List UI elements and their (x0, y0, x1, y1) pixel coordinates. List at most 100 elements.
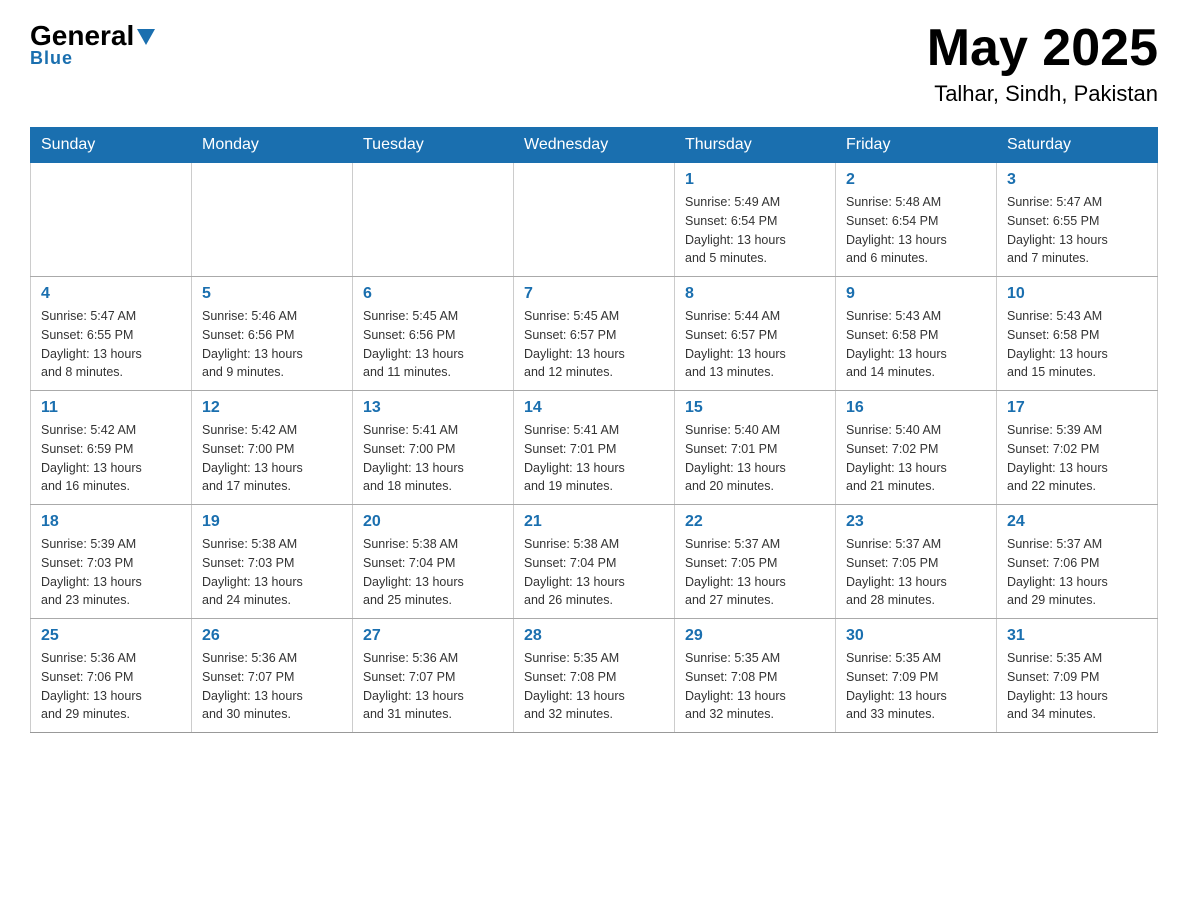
page-header: General Blue May 2025 Talhar, Sindh, Pak… (30, 20, 1158, 107)
calendar-cell-w4-d1: 18 Sunrise: 5:39 AMSunset: 7:03 PMDayligh… (31, 505, 192, 619)
calendar-cell-w1-d4 (514, 163, 675, 277)
day-number: 2 (846, 171, 986, 189)
col-friday: Friday (836, 128, 997, 163)
calendar-week-4: 18 Sunrise: 5:39 AMSunset: 7:03 PMDayligh… (31, 505, 1158, 619)
day-info: Sunrise: 5:40 AMSunset: 7:01 PMDaylight:… (685, 421, 825, 496)
day-number: 24 (1007, 513, 1147, 531)
col-thursday: Thursday (675, 128, 836, 163)
calendar-cell-w5-d4: 28 Sunrise: 5:35 AMSunset: 7:08 PMDayligh… (514, 619, 675, 733)
calendar-cell-w2-d5: 8 Sunrise: 5:44 AMSunset: 6:57 PMDaylight… (675, 277, 836, 391)
day-info: Sunrise: 5:46 AMSunset: 6:56 PMDaylight:… (202, 307, 342, 382)
day-info: Sunrise: 5:36 AMSunset: 7:06 PMDaylight:… (41, 649, 181, 724)
calendar-header-row: Sunday Monday Tuesday Wednesday Thursday… (31, 128, 1158, 163)
day-number: 15 (685, 399, 825, 417)
day-number: 10 (1007, 285, 1147, 303)
day-number: 6 (363, 285, 503, 303)
calendar-cell-w2-d6: 9 Sunrise: 5:43 AMSunset: 6:58 PMDaylight… (836, 277, 997, 391)
day-info: Sunrise: 5:35 AMSunset: 7:08 PMDaylight:… (685, 649, 825, 724)
calendar-cell-w5-d5: 29 Sunrise: 5:35 AMSunset: 7:08 PMDayligh… (675, 619, 836, 733)
day-number: 20 (363, 513, 503, 531)
day-number: 9 (846, 285, 986, 303)
day-number: 13 (363, 399, 503, 417)
day-number: 17 (1007, 399, 1147, 417)
day-info: Sunrise: 5:38 AMSunset: 7:04 PMDaylight:… (524, 535, 664, 610)
day-info: Sunrise: 5:36 AMSunset: 7:07 PMDaylight:… (363, 649, 503, 724)
day-info: Sunrise: 5:42 AMSunset: 6:59 PMDaylight:… (41, 421, 181, 496)
day-number: 12 (202, 399, 342, 417)
day-info: Sunrise: 5:44 AMSunset: 6:57 PMDaylight:… (685, 307, 825, 382)
col-wednesday: Wednesday (514, 128, 675, 163)
calendar-cell-w3-d5: 15 Sunrise: 5:40 AMSunset: 7:01 PMDayligh… (675, 391, 836, 505)
calendar-cell-w4-d3: 20Sunrise: 5:38 AMSunset: 7:04 PMDayligh… (353, 505, 514, 619)
logo-triangle-icon (137, 29, 155, 45)
calendar-cell-w3-d7: 17 Sunrise: 5:39 AMSunset: 7:02 PMDayligh… (997, 391, 1158, 505)
day-number: 3 (1007, 171, 1147, 189)
day-number: 23 (846, 513, 986, 531)
day-info: Sunrise: 5:49 AMSunset: 6:54 PMDaylight:… (685, 193, 825, 268)
day-number: 11 (41, 399, 181, 417)
day-info: Sunrise: 5:35 AMSunset: 7:09 PMDaylight:… (1007, 649, 1147, 724)
calendar-cell-w5-d2: 26 Sunrise: 5:36 AMSunset: 7:07 PMDayligh… (192, 619, 353, 733)
day-number: 27 (363, 627, 503, 645)
calendar-cell-w4-d2: 19 Sunrise: 5:38 AMSunset: 7:03 PMDayligh… (192, 505, 353, 619)
day-info: Sunrise: 5:42 AMSunset: 7:00 PMDaylight:… (202, 421, 342, 496)
calendar-cell-w5-d1: 25Sunrise: 5:36 AMSunset: 7:06 PMDayligh… (31, 619, 192, 733)
day-number: 18 (41, 513, 181, 531)
calendar-cell-w2-d1: 4 Sunrise: 5:47 AMSunset: 6:55 PMDaylight… (31, 277, 192, 391)
calendar-cell-w4-d5: 22 Sunrise: 5:37 AMSunset: 7:05 PMDayligh… (675, 505, 836, 619)
day-info: Sunrise: 5:36 AMSunset: 7:07 PMDaylight:… (202, 649, 342, 724)
day-number: 19 (202, 513, 342, 531)
calendar-cell-w3-d3: 13 Sunrise: 5:41 AMSunset: 7:00 PMDayligh… (353, 391, 514, 505)
logo: General Blue (30, 20, 155, 69)
day-info: Sunrise: 5:40 AMSunset: 7:02 PMDaylight:… (846, 421, 986, 496)
day-info: Sunrise: 5:37 AMSunset: 7:06 PMDaylight:… (1007, 535, 1147, 610)
calendar-cell-w1-d1 (31, 163, 192, 277)
calendar-cell-w5-d7: 31 Sunrise: 5:35 AMSunset: 7:09 PMDayligh… (997, 619, 1158, 733)
day-number: 1 (685, 171, 825, 189)
calendar-cell-w4-d4: 21Sunrise: 5:38 AMSunset: 7:04 PMDayligh… (514, 505, 675, 619)
day-number: 29 (685, 627, 825, 645)
day-number: 26 (202, 627, 342, 645)
day-info: Sunrise: 5:41 AMSunset: 7:01 PMDaylight:… (524, 421, 664, 496)
day-info: Sunrise: 5:43 AMSunset: 6:58 PMDaylight:… (846, 307, 986, 382)
calendar-cell-w1-d3 (353, 163, 514, 277)
day-number: 7 (524, 285, 664, 303)
day-number: 4 (41, 285, 181, 303)
day-info: Sunrise: 5:35 AMSunset: 7:08 PMDaylight:… (524, 649, 664, 724)
day-number: 5 (202, 285, 342, 303)
calendar-cell-w4-d7: 24 Sunrise: 5:37 AMSunset: 7:06 PMDayligh… (997, 505, 1158, 619)
calendar-cell-w2-d7: 10 Sunrise: 5:43 AMSunset: 6:58 PMDayligh… (997, 277, 1158, 391)
day-number: 30 (846, 627, 986, 645)
calendar-week-5: 25Sunrise: 5:36 AMSunset: 7:06 PMDayligh… (31, 619, 1158, 733)
day-number: 22 (685, 513, 825, 531)
calendar-cell-w1-d7: 3Sunrise: 5:47 AMSunset: 6:55 PMDaylight… (997, 163, 1158, 277)
day-info: Sunrise: 5:41 AMSunset: 7:00 PMDaylight:… (363, 421, 503, 496)
month-year-title: May 2025 (927, 20, 1158, 77)
day-number: 16 (846, 399, 986, 417)
calendar-cell-w3-d1: 11 Sunrise: 5:42 AMSunset: 6:59 PMDayligh… (31, 391, 192, 505)
calendar-cell-w1-d6: 2 Sunrise: 5:48 AMSunset: 6:54 PMDaylight… (836, 163, 997, 277)
calendar-cell-w2-d2: 5 Sunrise: 5:46 AMSunset: 6:56 PMDaylight… (192, 277, 353, 391)
calendar-table: Sunday Monday Tuesday Wednesday Thursday… (30, 127, 1158, 733)
col-tuesday: Tuesday (353, 128, 514, 163)
calendar-cell-w4-d6: 23Sunrise: 5:37 AMSunset: 7:05 PMDayligh… (836, 505, 997, 619)
calendar-cell-w2-d4: 7Sunrise: 5:45 AMSunset: 6:57 PMDaylight… (514, 277, 675, 391)
col-saturday: Saturday (997, 128, 1158, 163)
day-info: Sunrise: 5:39 AMSunset: 7:03 PMDaylight:… (41, 535, 181, 610)
day-info: Sunrise: 5:37 AMSunset: 7:05 PMDaylight:… (685, 535, 825, 610)
day-info: Sunrise: 5:39 AMSunset: 7:02 PMDaylight:… (1007, 421, 1147, 496)
day-number: 8 (685, 285, 825, 303)
calendar-week-1: 1 Sunrise: 5:49 AMSunset: 6:54 PMDaylight… (31, 163, 1158, 277)
day-info: Sunrise: 5:47 AMSunset: 6:55 PMDaylight:… (41, 307, 181, 382)
day-info: Sunrise: 5:38 AMSunset: 7:03 PMDaylight:… (202, 535, 342, 610)
day-number: 14 (524, 399, 664, 417)
day-info: Sunrise: 5:48 AMSunset: 6:54 PMDaylight:… (846, 193, 986, 268)
calendar-cell-w3-d2: 12 Sunrise: 5:42 AMSunset: 7:00 PMDayligh… (192, 391, 353, 505)
day-info: Sunrise: 5:43 AMSunset: 6:58 PMDaylight:… (1007, 307, 1147, 382)
logo-blue-text: Blue (30, 48, 73, 69)
calendar-cell-w5-d3: 27 Sunrise: 5:36 AMSunset: 7:07 PMDayligh… (353, 619, 514, 733)
day-number: 31 (1007, 627, 1147, 645)
calendar-cell-w1-d5: 1 Sunrise: 5:49 AMSunset: 6:54 PMDaylight… (675, 163, 836, 277)
day-number: 28 (524, 627, 664, 645)
calendar-cell-w5-d6: 30Sunrise: 5:35 AMSunset: 7:09 PMDayligh… (836, 619, 997, 733)
